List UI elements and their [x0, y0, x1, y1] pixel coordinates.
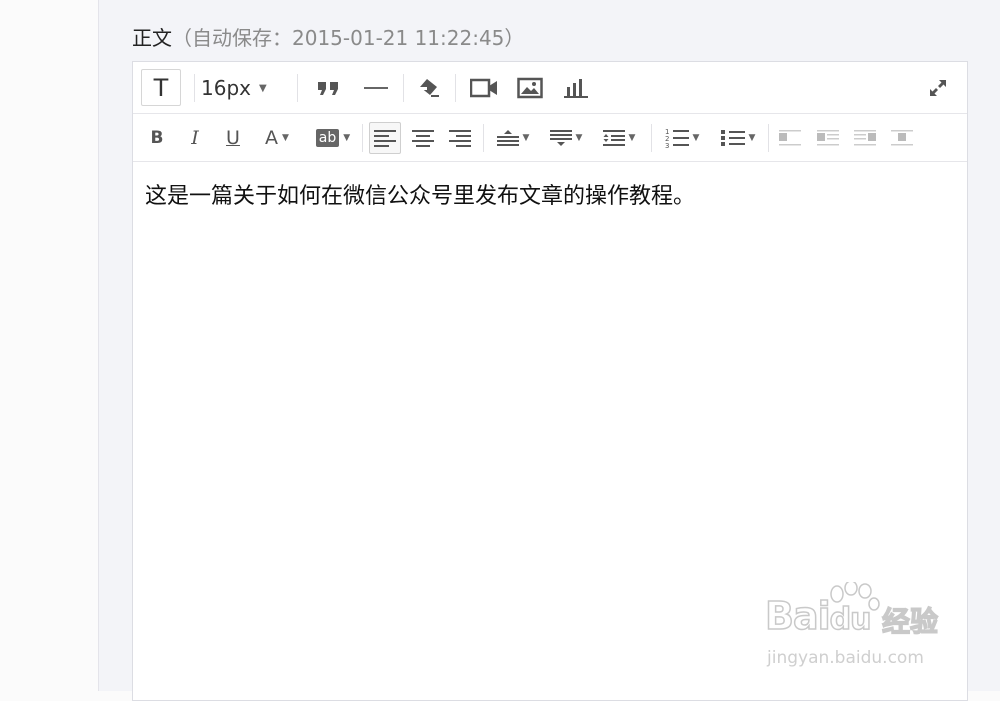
chevron-down-icon: ▼ [748, 133, 756, 143]
format-brush-icon [417, 77, 441, 99]
chevron-down-icon: ▼ [692, 133, 700, 143]
quote-icon [317, 80, 341, 96]
float-none-button[interactable] [887, 122, 917, 154]
chevron-down-icon: ▼ [575, 133, 583, 143]
section-label: 正文 [132, 26, 172, 50]
toolbar-divider [297, 74, 298, 102]
space-before-button[interactable]: ▼ [491, 122, 535, 154]
chevron-down-icon: ▼ [258, 82, 267, 94]
baidu-jingyan-watermark: Baidu 经验 jingyan.baidu.com [764, 582, 955, 672]
font-size-value: 16px [201, 76, 251, 100]
watermark-url: jingyan.baidu.com [767, 648, 924, 668]
svg-text:3: 3 [665, 142, 669, 149]
align-left-button[interactable] [369, 122, 401, 154]
align-right-icon [449, 129, 471, 147]
image-button[interactable] [515, 74, 545, 102]
float-none-icon [891, 129, 913, 147]
line-height-icon [602, 129, 625, 147]
unordered-list-button[interactable]: ▼ [715, 122, 761, 154]
chart-icon [564, 77, 588, 99]
format-brush-button[interactable] [414, 74, 444, 102]
text-style-button[interactable]: T [141, 69, 181, 106]
toolbar-divider [768, 124, 769, 152]
unordered-list-icon [720, 128, 745, 148]
font-color-button[interactable]: A ▼ [255, 124, 299, 152]
watermark-brand: Baidu [764, 593, 872, 639]
toolbar-divider [403, 74, 404, 102]
float-left-text-icon [817, 129, 839, 147]
toolbar-divider [362, 124, 363, 152]
chevron-down-icon: ▼ [343, 133, 351, 143]
toolbar-row-2: B I U A ▼ ab ▼ ▼ ▼ ▼ 1 2 3 ▼ ▼ [133, 114, 967, 162]
bold-button[interactable]: B [145, 124, 169, 152]
image-icon [517, 77, 543, 99]
highlight-icon: ab [315, 129, 340, 147]
ordered-list-icon: 123 [665, 127, 689, 149]
toolbar-divider [455, 74, 456, 102]
watermark-brand-cn: 经验 [881, 604, 939, 638]
line-height-button[interactable]: ▼ [597, 122, 641, 154]
video-icon [470, 78, 498, 98]
align-left-icon [374, 129, 396, 147]
highlight-color-button[interactable]: ab ▼ [309, 124, 357, 152]
float-left-button[interactable] [775, 122, 805, 154]
float-left-text-button[interactable] [813, 122, 843, 154]
chart-button[interactable] [561, 74, 591, 102]
chevron-down-icon: ▼ [522, 133, 530, 143]
float-right-text-icon [854, 129, 876, 147]
align-center-icon [412, 129, 434, 147]
section-header: 正文（自动保存：2015-01-21 11:22:45） [132, 22, 524, 51]
left-margin [0, 0, 98, 691]
chevron-down-icon: ▼ [282, 133, 289, 143]
float-left-icon [779, 129, 801, 147]
space-after-icon [549, 129, 572, 147]
fullscreen-icon [928, 78, 948, 98]
float-right-text-button[interactable] [850, 122, 880, 154]
toolbar-row-1: T 16px ▼ [133, 62, 967, 114]
ordered-list-button[interactable]: 1 2 3 ▼ [659, 122, 705, 154]
fullscreen-button[interactable] [923, 74, 953, 102]
align-center-button[interactable] [407, 122, 439, 154]
space-after-button[interactable]: ▼ [544, 122, 588, 154]
toolbar-divider [483, 124, 484, 152]
italic-button[interactable]: I [183, 124, 207, 152]
space-before-icon [496, 129, 519, 147]
video-button[interactable] [469, 74, 499, 102]
editor-content[interactable]: 这是一篇关于如何在微信公众号里发布文章的操作教程。 [145, 178, 695, 210]
align-right-button[interactable] [444, 122, 476, 154]
horizontal-rule-button[interactable] [361, 75, 391, 101]
chevron-down-icon: ▼ [628, 133, 636, 143]
font-size-select[interactable]: 16px ▼ [201, 72, 267, 104]
quote-button[interactable] [314, 75, 344, 101]
toolbar-divider [194, 74, 195, 102]
horizontal-rule-icon [364, 86, 388, 90]
underline-button[interactable]: U [221, 124, 245, 152]
autosave-status: （自动保存：2015-01-21 11:22:45） [172, 26, 525, 50]
toolbar-divider [651, 124, 652, 152]
